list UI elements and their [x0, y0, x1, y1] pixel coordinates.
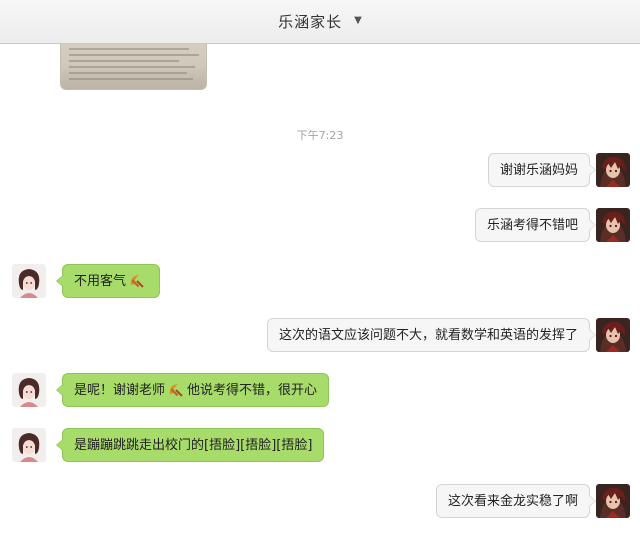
chat-area: 下午7:23 谢谢乐涵妈妈 乐涵考得不错吧 不用客气 这次的语文应该问题不大，就… — [0, 0, 640, 544]
message-bubble-incoming[interactable]: 不用客气 — [55, 264, 161, 298]
message-bubble-outgoing[interactable]: 谢谢乐涵妈妈 — [487, 153, 597, 187]
window-titlebar[interactable]: 乐涵家长 ▼ — [0, 0, 640, 44]
caret-down-icon[interactable]: ▼ — [354, 15, 362, 26]
message-bubble-outgoing[interactable]: 这次看来金龙实稳了啊 — [435, 484, 597, 518]
parent-avatar[interactable] — [12, 373, 46, 407]
message-bubble-outgoing[interactable]: 这次的语文应该问题不大，就看数学和英语的发挥了 — [266, 318, 597, 352]
teacher-avatar[interactable] — [596, 484, 630, 518]
teacher-avatar[interactable] — [596, 153, 630, 187]
image-text-line — [69, 48, 189, 50]
message-bubble-incoming[interactable]: 是呢！谢谢老师 他说考得不错，很开心 — [55, 373, 330, 407]
image-text-line — [69, 66, 195, 68]
message-text: 他说考得不错，很开心 — [187, 383, 318, 398]
message-row-outgoing: 这次看来金龙实稳了啊 — [0, 484, 640, 524]
sickle-emoji-icon — [167, 381, 185, 397]
parent-avatar[interactable] — [12, 264, 46, 298]
message-bubble-outgoing[interactable]: 乐涵考得不错吧 — [474, 208, 597, 242]
parent-avatar[interactable] — [12, 428, 46, 462]
message-row-incoming: 不用客气 — [0, 264, 640, 304]
chat-title[interactable]: 乐涵家长 — [278, 11, 342, 32]
message-bubble-incoming[interactable]: 是蹦蹦跳跳走出校门的[捂脸][捂脸][捂脸] — [55, 428, 325, 462]
message-row-outgoing: 谢谢乐涵妈妈 — [0, 153, 640, 193]
message-row-outgoing: 这次的语文应该问题不大，就看数学和英语的发挥了 — [0, 318, 640, 358]
message-text: 不用客气 — [74, 274, 127, 289]
message-row-outgoing: 乐涵考得不错吧 — [0, 208, 640, 248]
message-row-incoming: 是呢！谢谢老师 他说考得不错，很开心 — [0, 373, 640, 413]
message-text: 是呢！谢谢老师 — [74, 383, 166, 398]
image-text-line — [69, 78, 193, 80]
message-row-incoming: 是蹦蹦跳跳走出校门的[捂脸][捂脸][捂脸] — [0, 428, 640, 468]
sickle-emoji-icon — [128, 272, 146, 288]
image-text-line — [69, 72, 187, 74]
teacher-avatar[interactable] — [596, 318, 630, 352]
image-text-line — [69, 60, 179, 62]
message-timestamp: 下午7:23 — [296, 129, 344, 142]
image-text-line — [69, 54, 199, 56]
teacher-avatar[interactable] — [596, 208, 630, 242]
